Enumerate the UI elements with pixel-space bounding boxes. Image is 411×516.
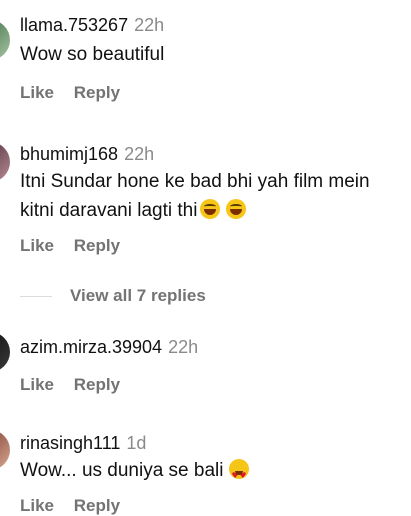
- avatar[interactable]: [0, 142, 10, 182]
- comment-actions: Like Reply: [20, 83, 135, 103]
- laughing-emoji-icon: [226, 199, 247, 219]
- view-replies-label[interactable]: View all 7 replies: [70, 286, 206, 305]
- like-button[interactable]: Like: [20, 375, 54, 394]
- view-replies-button[interactable]: View all 7 replies: [20, 286, 206, 306]
- comment-timestamp: 1d: [126, 433, 147, 453]
- reply-button[interactable]: Reply: [74, 236, 120, 255]
- comment-text: Itni Sundar hone ke bad bhi yah film mei…: [20, 167, 400, 225]
- comment-text-content: Wow so beautiful: [20, 44, 165, 65]
- comment-actions: Like Reply: [20, 496, 135, 516]
- username-text[interactable]: azim.mirza.39904: [20, 337, 162, 357]
- comment-username[interactable]: bhumimj168 22h: [20, 144, 154, 165]
- comment-actions: Like Reply: [20, 375, 135, 395]
- avatar[interactable]: [0, 20, 10, 60]
- comment-username[interactable]: llama.753267 22h: [20, 15, 164, 36]
- reply-button[interactable]: Reply: [74, 83, 120, 102]
- reply-button[interactable]: Reply: [74, 375, 120, 394]
- comment-text: Wow so beautiful: [20, 40, 400, 69]
- comment-text-content: Itni Sundar hone ke bad bhi yah film mei…: [20, 171, 370, 221]
- avatar[interactable]: [0, 332, 10, 372]
- heart-eyes-emoji-icon: [229, 459, 250, 490]
- like-button[interactable]: Like: [20, 83, 54, 102]
- username-text[interactable]: bhumimj168: [20, 144, 118, 164]
- comment-actions: Like Reply: [20, 236, 135, 256]
- comment-text-content: Wow... us duniya se bali: [20, 460, 224, 481]
- like-button[interactable]: Like: [20, 496, 54, 515]
- comment-username[interactable]: rinasingh111 1d: [20, 433, 146, 454]
- username-text[interactable]: llama.753267: [20, 15, 128, 35]
- comment-username[interactable]: azim.mirza.39904 22h: [20, 337, 198, 358]
- comment-timestamp: 22h: [124, 144, 155, 164]
- avatar[interactable]: [0, 430, 10, 470]
- comment-timestamp: 22h: [134, 15, 165, 35]
- username-text[interactable]: rinasingh111: [20, 433, 120, 453]
- comment-timestamp: 22h: [168, 337, 199, 357]
- replies-divider: [20, 296, 52, 298]
- laughing-emoji-icon: [200, 199, 221, 219]
- comment-text: Wow... us duniya se bali: [20, 456, 400, 490]
- reply-button[interactable]: Reply: [74, 496, 120, 515]
- like-button[interactable]: Like: [20, 236, 54, 255]
